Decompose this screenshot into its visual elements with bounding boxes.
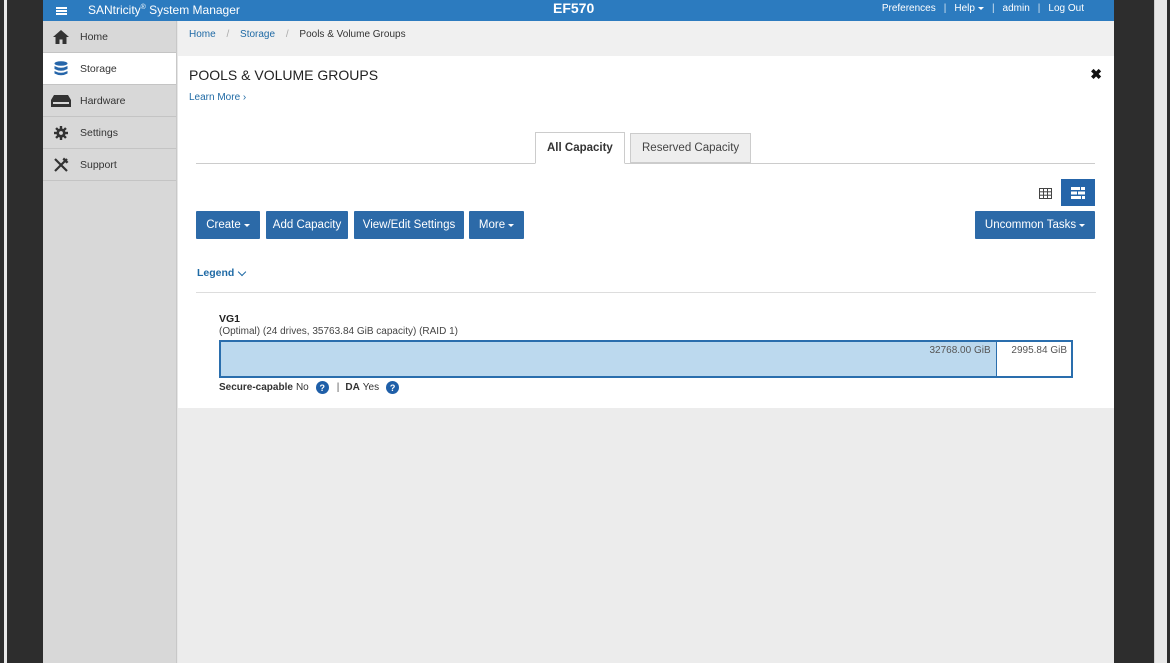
sidebar-item-label: Storage bbox=[80, 62, 117, 75]
breadcrumb-separator: / bbox=[226, 29, 230, 40]
legend-toggle[interactable]: Legend bbox=[197, 267, 247, 279]
help-icon[interactable]: ? bbox=[386, 381, 400, 394]
uncommon-tasks-button[interactable]: Uncommon Tasks bbox=[975, 211, 1095, 239]
app-title: SANtricity® System Manager bbox=[88, 3, 240, 17]
tab-all-capacity[interactable]: All Capacity bbox=[535, 132, 625, 164]
device-name: EF570 bbox=[553, 0, 595, 16]
tools-icon bbox=[51, 157, 71, 173]
breadcrumb-separator: / bbox=[285, 29, 289, 40]
chevron-down-icon bbox=[977, 6, 984, 10]
hardware-icon bbox=[51, 93, 71, 109]
breadcrumb-storage[interactable]: Storage bbox=[240, 29, 275, 40]
main-content: POOLS & VOLUME GROUPS ✖ Learn More › All… bbox=[178, 56, 1114, 408]
breadcrumb-home[interactable]: Home bbox=[189, 29, 216, 40]
used-capacity-segment[interactable]: 32768.00 GiB bbox=[221, 342, 997, 376]
sidebar-item-home[interactable]: Home bbox=[43, 21, 176, 53]
header-links: Preferences | Help | admin | Log Out bbox=[882, 3, 1084, 14]
attribute-separator: | bbox=[336, 382, 340, 393]
add-capacity-button[interactable]: Add Capacity bbox=[266, 211, 348, 239]
table-view-icon[interactable] bbox=[1036, 185, 1055, 201]
database-icon bbox=[51, 61, 71, 77]
help-menu[interactable]: Help bbox=[954, 3, 984, 14]
logout-link[interactable]: Log Out bbox=[1048, 3, 1084, 14]
help-icon[interactable]: ? bbox=[315, 381, 329, 394]
chevron-down-icon bbox=[243, 223, 250, 227]
header-separator: | bbox=[991, 3, 995, 14]
window-frame-left bbox=[0, 0, 43, 663]
window-frame-right bbox=[1114, 0, 1170, 663]
create-button[interactable]: Create bbox=[196, 211, 260, 239]
sidebar-item-label: Settings bbox=[80, 126, 118, 139]
header-separator: | bbox=[943, 3, 947, 14]
sidebar-item-settings[interactable]: Settings bbox=[43, 117, 176, 149]
volume-group-attributes: Secure-capable No ? | DA Yes ? bbox=[219, 381, 400, 394]
tabs-divider bbox=[196, 163, 1095, 164]
view-edit-settings-button[interactable]: View/Edit Settings bbox=[354, 211, 464, 239]
chevron-down-icon bbox=[238, 267, 247, 276]
volume-group-details: (Optimal) (24 drives, 35763.84 GiB capac… bbox=[219, 326, 458, 337]
gear-icon bbox=[51, 125, 71, 141]
da-value: Yes bbox=[362, 382, 380, 393]
secure-capable-value: No bbox=[295, 382, 309, 393]
more-button[interactable]: More bbox=[469, 211, 524, 239]
chevron-down-icon bbox=[508, 223, 515, 227]
content-background bbox=[178, 408, 1114, 663]
chevron-down-icon bbox=[1079, 223, 1086, 227]
sidebar-item-hardware[interactable]: Hardware bbox=[43, 85, 176, 117]
capacity-view-icon[interactable] bbox=[1061, 179, 1095, 206]
hamburger-menu-icon[interactable] bbox=[43, 0, 79, 21]
close-icon[interactable]: ✖ bbox=[1090, 66, 1102, 83]
sidebar-item-label: Support bbox=[80, 158, 117, 171]
breadcrumb: Home / Storage / Pools & Volume Groups bbox=[178, 21, 1114, 56]
sidebar: Home Storage Hardware Settings Support bbox=[43, 21, 177, 663]
legend-divider bbox=[196, 292, 1096, 293]
preferences-link[interactable]: Preferences bbox=[882, 3, 936, 14]
learn-more-link[interactable]: Learn More › bbox=[189, 92, 246, 103]
sidebar-item-support[interactable]: Support bbox=[43, 149, 176, 181]
header-separator: | bbox=[1037, 3, 1041, 14]
volume-group-name[interactable]: VG1 bbox=[219, 313, 240, 325]
page-title: POOLS & VOLUME GROUPS bbox=[189, 67, 379, 83]
sidebar-item-storage[interactable]: Storage bbox=[43, 53, 176, 85]
tab-reserved-capacity[interactable]: Reserved Capacity bbox=[630, 133, 752, 163]
user-link[interactable]: admin bbox=[1003, 3, 1030, 14]
home-icon bbox=[51, 29, 71, 45]
capacity-bar[interactable]: 32768.00 GiB 2995.84 GiB bbox=[219, 340, 1073, 378]
top-header: SANtricity® System Manager EF570 Prefere… bbox=[43, 0, 1114, 21]
breadcrumb-current: Pools & Volume Groups bbox=[299, 29, 406, 40]
da-label: DA bbox=[345, 382, 360, 393]
sidebar-item-label: Hardware bbox=[80, 94, 126, 107]
sidebar-item-label: Home bbox=[80, 30, 109, 43]
free-capacity-segment[interactable]: 2995.84 GiB bbox=[996, 342, 1071, 376]
secure-capable-label: Secure-capable bbox=[219, 382, 293, 393]
